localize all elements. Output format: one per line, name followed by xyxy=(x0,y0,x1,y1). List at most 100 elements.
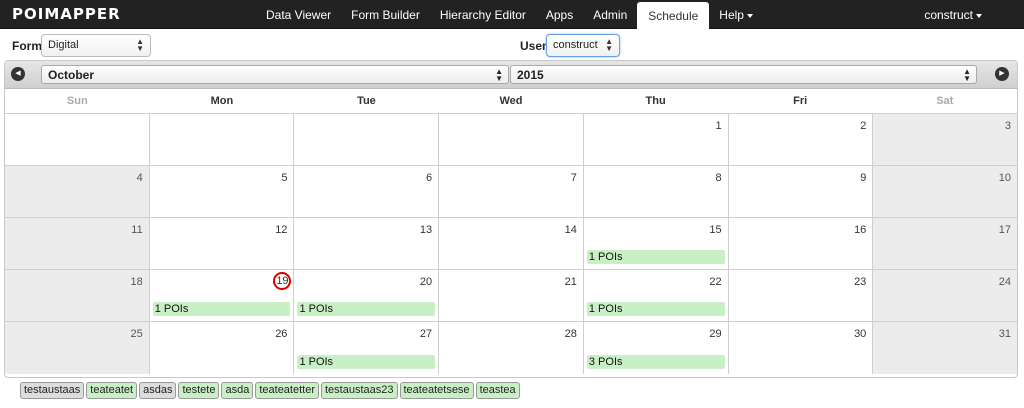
calendar-day[interactable]: 15 1 POIs xyxy=(583,218,729,269)
weekday-mon: Mon xyxy=(210,95,234,107)
calendar-day[interactable]: 30 xyxy=(728,322,874,374)
tag-chip[interactable]: testaustaas xyxy=(20,382,85,399)
calendar-day[interactable]: 25 xyxy=(5,322,150,374)
calendar-day xyxy=(294,114,440,165)
calendar-day[interactable]: 27 1 POIs xyxy=(294,322,440,374)
nav-data-viewer[interactable]: Data Viewer xyxy=(256,0,341,29)
tag-chip[interactable]: asda xyxy=(221,382,254,399)
calendar-day[interactable]: 7 xyxy=(439,166,584,217)
tag-chip[interactable]: testaustaas23 xyxy=(321,382,398,399)
tag-list: testaustaas teateatet asdas testete asda teat… xyxy=(20,382,520,399)
calendar-day[interactable]: 16 xyxy=(728,218,874,269)
calendar-day[interactable]: 11 xyxy=(5,218,150,269)
nav-apps[interactable]: Apps xyxy=(536,0,583,29)
poi-event[interactable]: 1 POIs xyxy=(586,302,725,316)
calendar-day[interactable]: 21 xyxy=(439,270,584,321)
user-menu[interactable]: construct xyxy=(924,0,982,29)
tag-chip[interactable]: teateatetsese xyxy=(399,382,474,399)
calendar-week: 11 12 13 14 15 1 POIs 16 17 xyxy=(5,218,1018,270)
user-menu-label: construct xyxy=(924,7,973,22)
poi-event[interactable]: 3 POIs xyxy=(586,355,725,369)
user-label: User xyxy=(520,39,547,53)
calendar-grid: 1 2 3 4 5 6 7 8 9 10 11 12 13 14 15 1 POIs 16 17 18 19 1 POI… xyxy=(5,113,1018,375)
month-select[interactable]: October ▲ ▼ xyxy=(41,65,509,84)
nav-hierarchy-editor[interactable]: Hierarchy Editor xyxy=(430,0,536,29)
calendar-day[interactable]: 13 xyxy=(294,218,440,269)
nav-admin[interactable]: Admin xyxy=(583,0,637,29)
day-number: 11 xyxy=(131,224,143,236)
poi-event[interactable]: 1 POIs xyxy=(586,250,725,264)
weekday-fri: Fri xyxy=(793,95,808,107)
calendar-day[interactable]: 4 xyxy=(5,166,150,217)
calendar-day[interactable]: 3 xyxy=(873,114,1018,165)
weekday-wed: Wed xyxy=(499,95,523,107)
poi-event[interactable]: 1 POIs xyxy=(297,302,436,316)
chevron-down-icon xyxy=(976,13,982,18)
calendar-day[interactable]: 24 xyxy=(873,270,1018,321)
poi-event[interactable]: 1 POIs xyxy=(297,355,436,369)
calendar-day[interactable]: 18 xyxy=(5,270,150,321)
day-number: 5 xyxy=(281,172,288,184)
calendar-day[interactable]: 28 xyxy=(439,322,584,374)
nav-help[interactable]: Help xyxy=(709,0,763,29)
calendar-day xyxy=(439,114,584,165)
select-arrows-icon: ▲ ▼ xyxy=(136,37,144,53)
calendar-day[interactable]: 23 xyxy=(728,270,874,321)
day-number: 29 xyxy=(709,328,722,340)
user-select-value: construct xyxy=(553,39,598,51)
calendar-day[interactable]: 6 xyxy=(294,166,440,217)
day-number: 30 xyxy=(854,328,867,340)
calendar-day[interactable]: 20 1 POIs xyxy=(294,270,440,321)
day-number: 23 xyxy=(854,276,867,288)
chevron-down-icon xyxy=(746,13,753,18)
tag-chip[interactable]: teateatet xyxy=(86,382,138,399)
next-month-icon[interactable]: ▶ xyxy=(995,67,1009,81)
tag-chip[interactable]: testete xyxy=(178,382,220,399)
calendar-day[interactable]: 19 1 POIs xyxy=(149,270,295,321)
calendar-day[interactable]: 26 xyxy=(149,322,295,374)
tag-chip[interactable]: asdas xyxy=(139,382,177,399)
tag-chip[interactable]: teastea xyxy=(475,382,520,399)
tag-chip[interactable]: teateatetter xyxy=(255,382,319,399)
calendar-day[interactable]: 12 xyxy=(149,218,295,269)
day-number: 17 xyxy=(998,224,1012,236)
day-number: 7 xyxy=(570,172,577,184)
year-select[interactable]: 2015 ▲ ▼ xyxy=(510,65,977,84)
day-number: 4 xyxy=(136,172,143,184)
form-select[interactable]: Digital ▲ ▼ xyxy=(41,34,151,57)
select-arrows-icon: ▲ ▼ xyxy=(605,37,613,53)
select-arrows-icon: ▲ ▼ xyxy=(495,67,503,83)
day-number: 8 xyxy=(715,172,722,184)
weekday-header: Sun Mon Tue Wed Thu Fri Sat xyxy=(5,89,1017,113)
main-nav: Data Viewer Form Builder Hierarchy Edito… xyxy=(256,0,763,29)
form-select-value: Digital xyxy=(48,39,79,51)
poimapper-logo[interactable]: POIMAPPER xyxy=(12,5,121,23)
weekday-sun: Sun xyxy=(66,95,88,107)
calendar-header: ◀ October ▲ ▼ 2015 ▲ ▼ ▶ xyxy=(5,61,1017,89)
calendar-day[interactable]: 29 3 POIs xyxy=(583,322,729,374)
calendar-day[interactable]: 8 xyxy=(583,166,729,217)
prev-month-icon[interactable]: ◀ xyxy=(11,67,25,81)
nav-form-builder[interactable]: Form Builder xyxy=(341,0,430,29)
calendar-day[interactable]: 22 1 POIs xyxy=(583,270,729,321)
day-number: 21 xyxy=(564,276,577,288)
day-number: 2 xyxy=(860,120,867,132)
user-select[interactable]: construct ▲ ▼ xyxy=(546,34,620,57)
day-number: 28 xyxy=(564,328,577,340)
calendar: ◀ October ▲ ▼ 2015 ▲ ▼ ▶ Sun Mon Tue Wed T… xyxy=(4,60,1018,378)
nav-schedule[interactable]: Schedule xyxy=(637,2,710,29)
today-day-number: 19 xyxy=(273,272,292,290)
poi-event[interactable]: 1 POIs xyxy=(152,302,291,316)
day-number: 9 xyxy=(860,172,867,184)
calendar-day[interactable]: 1 xyxy=(583,114,729,165)
calendar-day[interactable]: 14 xyxy=(439,218,584,269)
calendar-day[interactable]: 31 xyxy=(873,322,1018,374)
day-number: 14 xyxy=(564,224,577,236)
calendar-day[interactable]: 5 xyxy=(149,166,295,217)
calendar-week: 4 5 6 7 8 9 10 xyxy=(5,166,1018,218)
calendar-day[interactable]: 9 xyxy=(728,166,874,217)
select-arrows-icon: ▲ ▼ xyxy=(963,67,971,83)
calendar-day[interactable]: 17 xyxy=(873,218,1018,269)
calendar-day[interactable]: 10 xyxy=(873,166,1018,217)
calendar-day[interactable]: 2 xyxy=(728,114,874,165)
